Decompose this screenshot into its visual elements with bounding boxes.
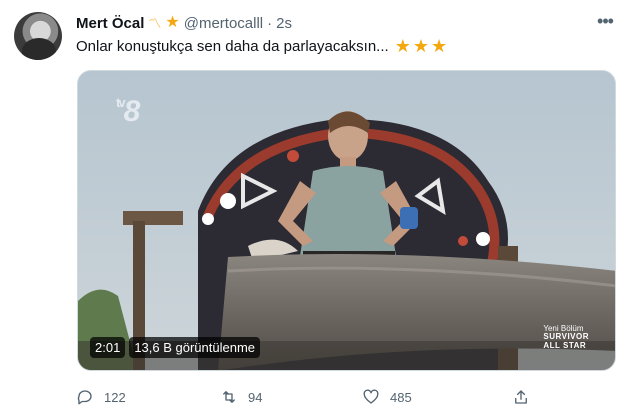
- channel-logo-number: 8: [123, 95, 141, 128]
- author-handle[interactable]: @mertocalll: [184, 15, 263, 32]
- show-badge: Yeni Bölüm SURVIVOR ALL STAR: [543, 324, 589, 350]
- reply-count: 122: [104, 389, 126, 405]
- retweet-icon: [223, 391, 235, 403]
- share-button[interactable]: [512, 388, 530, 406]
- video-duration: 2:01: [90, 337, 126, 358]
- reply-icon: [77, 390, 92, 405]
- tweet-time[interactable]: 2s: [276, 15, 292, 32]
- retweet-button[interactable]: 94: [220, 388, 262, 406]
- star-emoji: ★★★: [394, 36, 450, 56]
- retweet-count: 94: [248, 389, 263, 405]
- tweet: Mert Öcal 〽 ★ @mertocalll · 2s ••• Onlar…: [0, 0, 640, 407]
- heart-icon: [363, 389, 379, 404]
- channel-logo-prefix: tv: [116, 95, 125, 110]
- like-button[interactable]: 485: [362, 388, 412, 406]
- author-name[interactable]: Mert Öcal: [76, 15, 144, 32]
- star-icon: ★: [165, 14, 180, 31]
- tweet-header: Mert Öcal 〽 ★ @mertocalll · 2s: [76, 13, 292, 33]
- like-count: 485: [390, 389, 412, 405]
- more-options-icon[interactable]: •••: [592, 10, 618, 32]
- tweet-text: Onlar konuştukça sen daha da parlayacaks…: [76, 36, 449, 56]
- video-media[interactable]: tv8 Yeni Bölüm SURVIVOR ALL STAR 2:01 13…: [77, 70, 616, 371]
- tweet-body: Onlar konuştukça sen daha da parlayacaks…: [76, 37, 389, 55]
- wave-icon: 〽: [148, 15, 162, 31]
- video-frame: [78, 71, 615, 370]
- reply-button[interactable]: 122: [76, 388, 126, 406]
- separator-dot: ·: [267, 14, 273, 32]
- channel-logo: tv8: [116, 95, 141, 129]
- view-count: 13,6 B görüntülenme: [129, 337, 261, 358]
- share-icon: [515, 390, 527, 404]
- tweet-actions: 122 94 485: [76, 386, 546, 407]
- avatar[interactable]: [14, 12, 62, 60]
- show-name-line2: ALL STAR: [543, 340, 587, 350]
- media-overlay: 2:01 13,6 B görüntülenme: [90, 337, 261, 358]
